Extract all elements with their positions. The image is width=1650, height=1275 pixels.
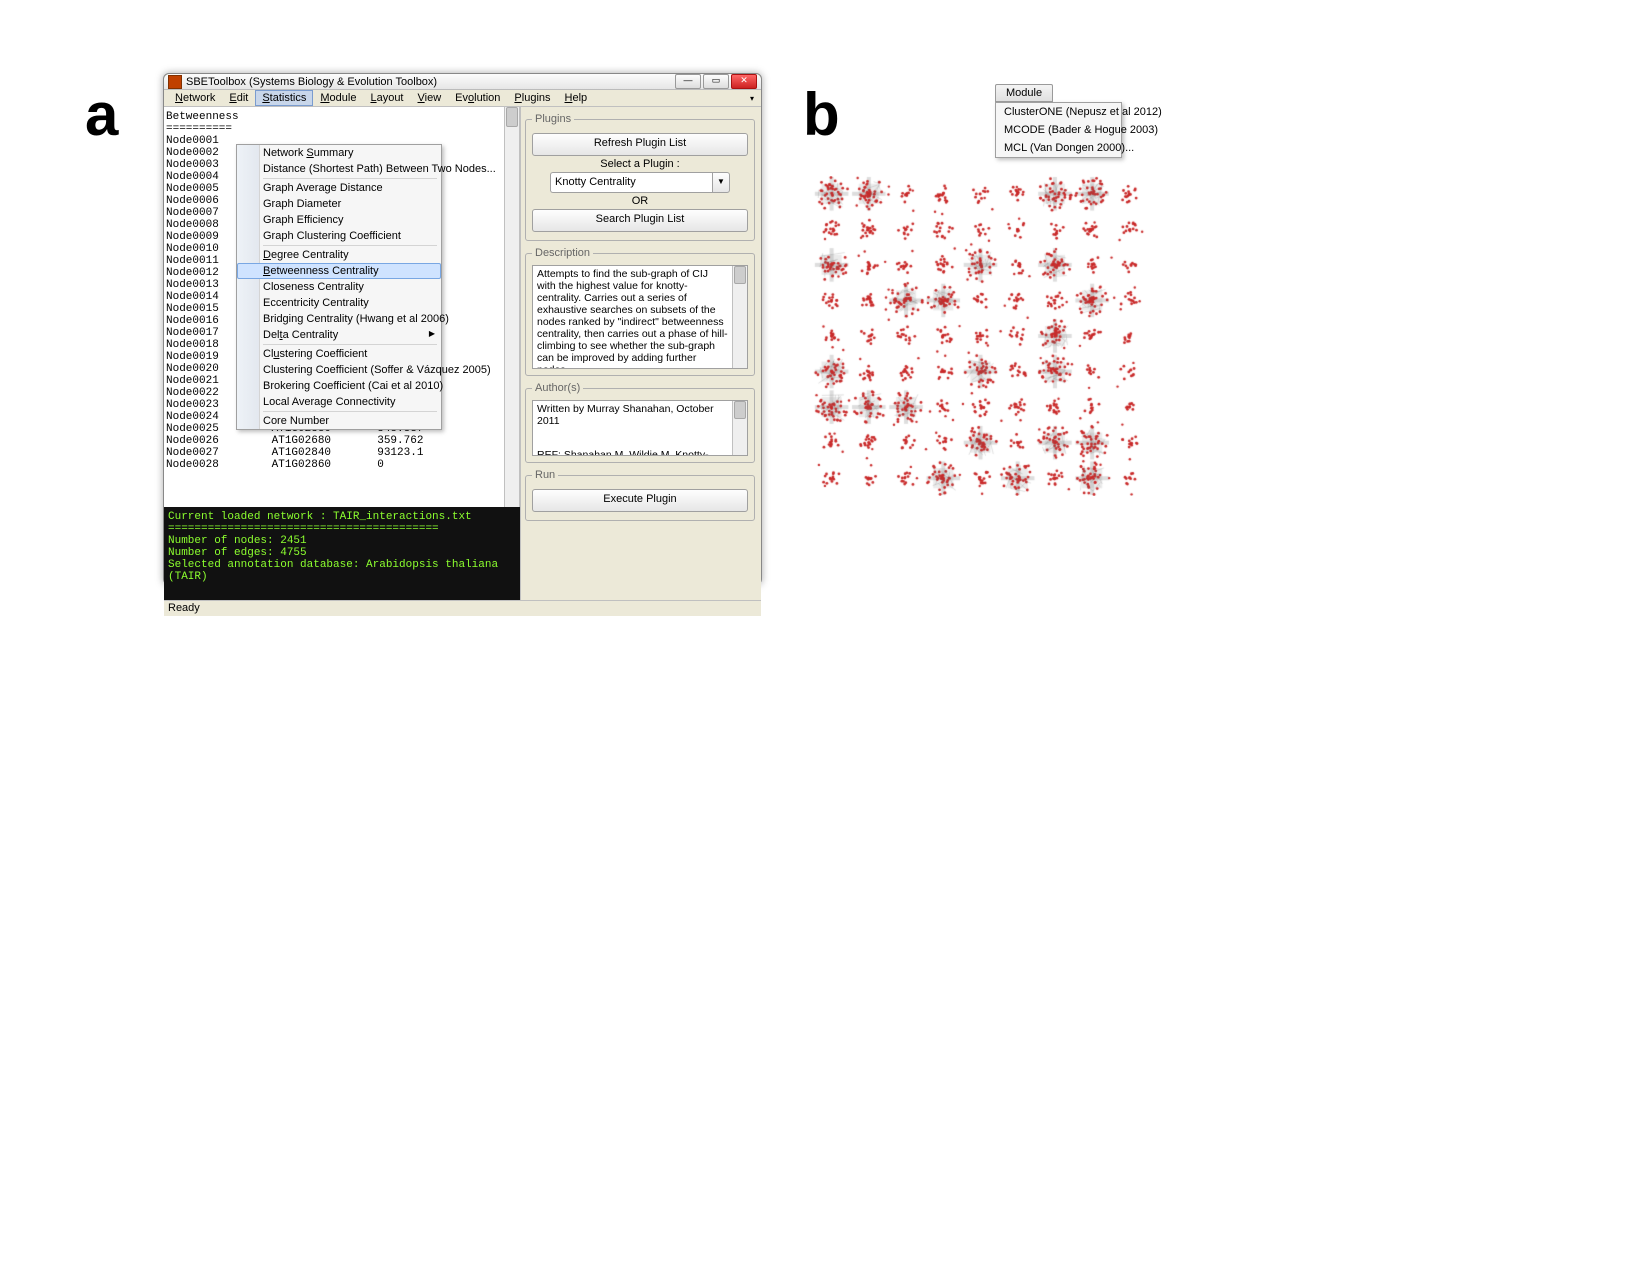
menu-item[interactable]: Delta Centrality▶ xyxy=(237,327,441,343)
minimize-button[interactable]: — xyxy=(675,74,701,89)
menu-item[interactable]: Clustering Coefficient xyxy=(237,346,441,362)
menu-plugins[interactable]: Plugins xyxy=(507,90,557,106)
menu-item[interactable]: Bridging Centrality (Hwang et al 2006) xyxy=(237,311,441,327)
menu-item[interactable]: Distance (Shortest Path) Between Two Nod… xyxy=(237,161,441,177)
menu-item[interactable]: Brokering Coefficient (Cai et al 2010) xyxy=(237,378,441,394)
authors-legend: Author(s) xyxy=(532,382,583,394)
menu-view[interactable]: View xyxy=(411,90,449,106)
menu-separator xyxy=(263,245,437,246)
menu-statistics[interactable]: Statistics xyxy=(255,90,313,106)
menu-item[interactable]: Network Summary xyxy=(237,145,441,161)
menu-layout[interactable]: Layout xyxy=(363,90,410,106)
authors-panel: Author(s) Written by Murray Shanahan, Oc… xyxy=(525,382,755,463)
menu-separator xyxy=(263,344,437,345)
menu-item[interactable]: Graph Diameter xyxy=(237,196,441,212)
plugins-legend: Plugins xyxy=(532,113,574,125)
right-column: Plugins Refresh Plugin List Select a Plu… xyxy=(521,107,761,600)
menu-edit[interactable]: Edit xyxy=(222,90,255,106)
menu-item[interactable]: Closeness Centrality xyxy=(237,279,441,295)
statusbar: Ready xyxy=(164,600,761,616)
panel-label-a: a xyxy=(85,80,118,149)
titlebar[interactable]: SBEToolbox (Systems Biology & Evolution … xyxy=(164,74,761,90)
submenu-arrow-icon: ▶ xyxy=(429,329,435,338)
menu-item[interactable]: Eccentricity Centrality xyxy=(237,295,441,311)
module-menu-item[interactable]: MCODE (Bader & Hogue 2003) xyxy=(996,121,1121,139)
select-plugin-label: Select a Plugin : xyxy=(532,158,748,170)
module-menu: Module ClusterONE (Nepusz et al 2012)MCO… xyxy=(995,84,1122,158)
run-legend: Run xyxy=(532,469,558,481)
execute-plugin-button[interactable]: Execute Plugin xyxy=(532,489,748,512)
menu-item[interactable]: Degree Centrality xyxy=(237,247,441,263)
menu-network[interactable]: Network xyxy=(168,90,222,106)
description-panel: Description Attempts to find the sub-gra… xyxy=(525,247,755,376)
module-menu-item[interactable]: MCL (Van Dongen 2000)... xyxy=(996,139,1121,157)
menu-item[interactable]: Core Number xyxy=(237,413,441,429)
authors-text[interactable]: Written by Murray Shanahan, October 2011… xyxy=(532,400,748,456)
module-menu-button[interactable]: Module xyxy=(995,84,1053,102)
description-legend: Description xyxy=(532,247,593,259)
output-scrollbar[interactable] xyxy=(504,107,519,507)
run-panel: Run Execute Plugin xyxy=(525,469,755,521)
chevron-down-icon[interactable]: ▼ xyxy=(712,172,730,193)
statistics-menu: Network SummaryDistance (Shortest Path) … xyxy=(236,144,442,430)
menu-item[interactable]: Graph Average Distance xyxy=(237,180,441,196)
module-menu-item[interactable]: ClusterONE (Nepusz et al 2012) xyxy=(996,103,1121,121)
menu-separator xyxy=(263,411,437,412)
menubar-corner-icon[interactable]: ▾ xyxy=(743,92,761,105)
description-text[interactable]: Attempts to find the sub-graph of CIJ wi… xyxy=(532,265,748,369)
authors-scrollbar[interactable] xyxy=(732,401,747,455)
console-pane: Current loaded network : TAIR_interactio… xyxy=(164,507,520,600)
or-label: OR xyxy=(532,195,748,207)
plugins-panel: Plugins Refresh Plugin List Select a Plu… xyxy=(525,113,755,241)
app-window: SBEToolbox (Systems Biology & Evolution … xyxy=(163,73,762,585)
menubar: NetworkEditStatisticsModuleLayoutViewEvo… xyxy=(164,90,761,107)
app-icon xyxy=(168,75,182,89)
module-menu-list: ClusterONE (Nepusz et al 2012)MCODE (Bad… xyxy=(995,102,1122,158)
menu-item[interactable]: Graph Clustering Coefficient xyxy=(237,228,441,244)
menu-help[interactable]: Help xyxy=(558,90,595,106)
window-title: SBEToolbox (Systems Biology & Evolution … xyxy=(186,76,437,88)
menu-item[interactable]: Clustering Coefficient (Soffer & Vázquez… xyxy=(237,362,441,378)
menu-item[interactable]: Graph Efficiency xyxy=(237,212,441,228)
menu-evolution[interactable]: Evolution xyxy=(448,90,507,106)
window-controls: — ▭ ✕ xyxy=(675,74,757,89)
maximize-button[interactable]: ▭ xyxy=(703,74,729,89)
refresh-plugin-button[interactable]: Refresh Plugin List xyxy=(532,133,748,156)
cluster-visualization xyxy=(813,176,1148,496)
menu-module[interactable]: Module xyxy=(313,90,363,106)
menu-item[interactable]: Local Average Connectivity xyxy=(237,394,441,410)
plugin-select-value: Knotty Centrality xyxy=(550,172,712,193)
menu-item[interactable]: Betweenness Centrality xyxy=(237,263,441,279)
close-button[interactable]: ✕ xyxy=(731,74,757,89)
panel-label-b: b xyxy=(803,80,840,149)
plugin-select[interactable]: Knotty Centrality ▼ xyxy=(550,172,730,193)
menu-separator xyxy=(263,178,437,179)
description-scrollbar[interactable] xyxy=(732,266,747,368)
search-plugin-button[interactable]: Search Plugin List xyxy=(532,209,748,232)
